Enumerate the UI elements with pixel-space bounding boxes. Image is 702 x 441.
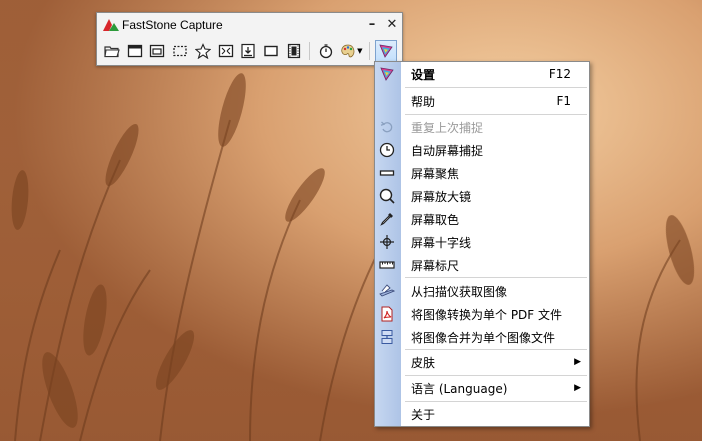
ruler-icon	[379, 261, 395, 269]
settings-menu-button[interactable]	[375, 39, 397, 62]
menu-item-label: 屏幕取色	[411, 212, 460, 227]
toolbar-separator	[308, 41, 312, 60]
folder-icon	[104, 45, 120, 57]
title-bar[interactable]: FastStone Capture – ✕	[97, 13, 402, 37]
object-window-icon	[150, 44, 165, 57]
minimize-button[interactable]: –	[363, 16, 381, 34]
palette-icon	[341, 44, 355, 57]
capture-toolbar: ▼	[101, 39, 398, 62]
scanner-icon	[379, 284, 395, 297]
menu-item-screen-focus[interactable]: 屏幕聚焦	[375, 161, 589, 185]
menu-item-label: 语言 (Language)	[411, 381, 508, 396]
menu-item-language[interactable]: 语言 (Language) ▶	[375, 376, 589, 400]
window-icon	[127, 44, 142, 57]
freehand-region-icon	[194, 42, 211, 59]
menu-item-label: 屏幕十字线	[411, 235, 472, 250]
capture-scrolling-button[interactable]	[238, 40, 260, 62]
repeat-icon	[380, 121, 393, 133]
submenu-arrow-icon: ▶	[574, 357, 581, 367]
delay-timer-button[interactable]	[315, 40, 337, 62]
film-icon	[287, 43, 300, 58]
menu-item-label: 将图像转换为单个 PDF 文件	[411, 307, 563, 322]
menu-item-crosshair[interactable]: 屏幕十字线	[375, 230, 589, 254]
menu-item-label: 屏幕放大镜	[411, 189, 472, 204]
menu-item-label: 将图像合并为单个图像文件	[411, 330, 556, 345]
menu-item-skin[interactable]: 皮肤 ▶	[375, 350, 589, 374]
scrolling-window-icon	[241, 43, 255, 58]
menu-item-magnifier[interactable]: 屏幕放大镜	[375, 184, 589, 208]
menu-item-label: 皮肤	[411, 355, 436, 370]
toolbar-separator	[369, 41, 372, 60]
capture-fullscreen-button[interactable]	[215, 40, 237, 62]
screen-recorder-button[interactable]	[283, 40, 305, 62]
capture-object-button[interactable]	[147, 40, 169, 62]
magnifier-icon	[379, 188, 395, 204]
fullscreen-icon	[218, 44, 233, 57]
menu-item-label: 帮助	[411, 94, 436, 109]
chevron-down-icon: ▼	[357, 46, 363, 55]
menu-item-scanner[interactable]: 从扫描仪获取图像	[375, 279, 589, 303]
close-button[interactable]: ✕	[383, 16, 401, 34]
menu-separator	[405, 277, 587, 278]
pdf-icon	[381, 306, 393, 322]
menu-item-label: 重复上次捕捉	[411, 120, 484, 135]
output-button[interactable]: ▼	[337, 40, 365, 62]
menu-item-label: 关于	[411, 407, 436, 422]
open-file-button[interactable]	[101, 40, 123, 62]
menu-item-about[interactable]: 关于	[375, 402, 589, 426]
crosshair-icon	[380, 235, 394, 249]
clock-icon	[379, 142, 395, 158]
menu-item-repeat-last-capture[interactable]: 重复上次捕捉	[375, 115, 589, 139]
menu-item-color-picker[interactable]: 屏幕取色	[375, 207, 589, 231]
capture-fixed-region-button[interactable]	[260, 40, 282, 62]
menu-item-label: 自动屏幕捕捉	[411, 143, 484, 158]
window-title: FastStone Capture	[122, 18, 223, 32]
menu-item-settings[interactable]: 设置 F12	[375, 62, 589, 86]
focus-bar-icon	[379, 170, 395, 176]
capture-freehand-button[interactable]	[192, 40, 214, 62]
faststone-logo-icon	[103, 19, 119, 31]
combine-images-icon	[381, 330, 393, 344]
menu-item-combine-images[interactable]: 将图像合并为单个图像文件	[375, 325, 589, 349]
faststone-capture-window: FastStone Capture – ✕ ▼	[96, 12, 403, 66]
menu-item-help[interactable]: 帮助 F1	[375, 89, 589, 113]
menu-separator	[405, 87, 587, 88]
menu-item-convert-pdf[interactable]: 将图像转换为单个 PDF 文件	[375, 302, 589, 326]
menu-item-ruler[interactable]: 屏幕标尺	[375, 253, 589, 277]
timer-icon	[319, 43, 332, 58]
settings-dropdown-menu: 设置 F12 帮助 F1 重复上次捕捉 自动屏幕捕捉 屏幕聚焦 屏幕放大镜 屏幕…	[374, 61, 590, 427]
menu-item-auto-capture[interactable]: 自动屏幕捕捉	[375, 138, 589, 162]
menu-item-shortcut: F12	[548, 67, 571, 81]
menu-item-label: 从扫描仪获取图像	[411, 284, 508, 299]
desktop-wallpaper	[0, 0, 702, 441]
menu-item-label: 设置	[411, 67, 436, 82]
menu-item-shortcut: F1	[556, 94, 571, 108]
capture-rectangle-button[interactable]	[169, 40, 191, 62]
rectangle-region-icon	[173, 45, 187, 56]
capture-window-button[interactable]	[124, 40, 146, 62]
menu-item-label: 屏幕聚焦	[411, 166, 460, 181]
color-picker-icon	[380, 213, 393, 226]
settings-brush-icon	[379, 43, 393, 58]
submenu-arrow-icon: ▶	[574, 383, 581, 393]
settings-brush-icon	[380, 67, 394, 81]
fixed-region-icon	[264, 45, 278, 56]
menu-item-label: 屏幕标尺	[411, 258, 460, 273]
